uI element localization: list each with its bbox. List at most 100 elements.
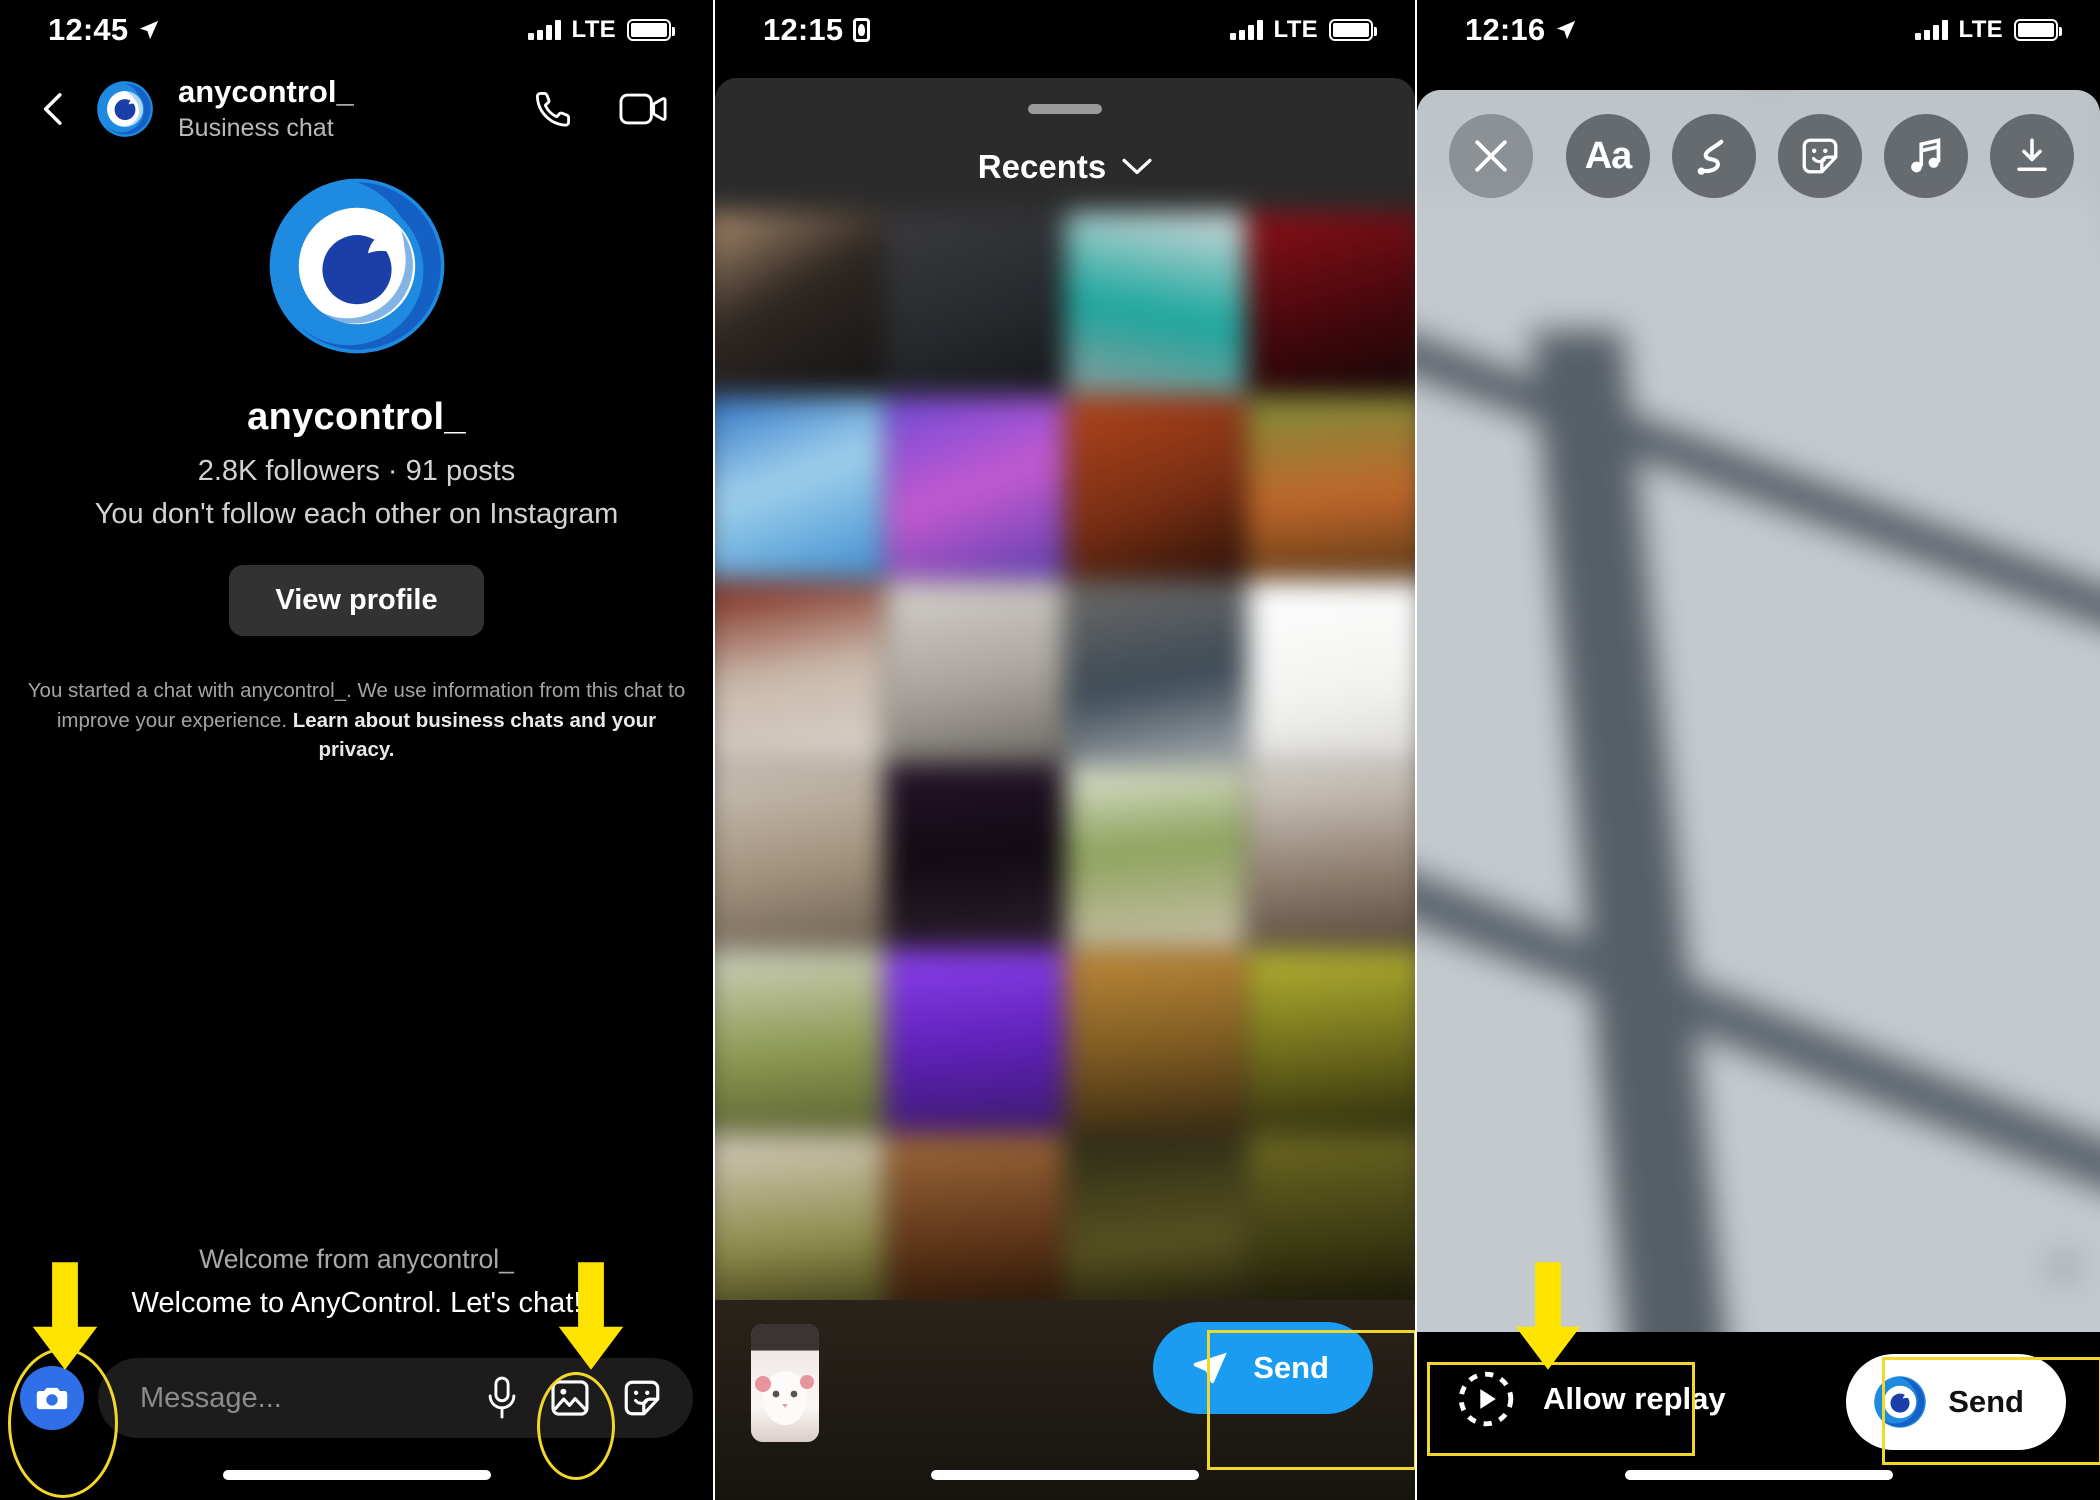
- send-button-label: Send: [1948, 1384, 2024, 1419]
- photo-cell[interactable]: [1246, 949, 1415, 1132]
- camera-icon: [36, 1387, 68, 1410]
- send-button-label: Send: [1253, 1350, 1329, 1385]
- video-call-icon[interactable]: [619, 89, 669, 129]
- photo-grid[interactable]: [715, 211, 1415, 1317]
- battery-icon: [627, 19, 675, 41]
- text-aa-icon: Aa: [1584, 134, 1633, 177]
- sticker-icon[interactable]: [621, 1377, 663, 1419]
- status-bar: 12:16 LTE: [1417, 0, 2100, 60]
- photo-cell[interactable]: [1066, 949, 1245, 1132]
- location-arrow-icon: [1557, 20, 1576, 40]
- photo-cell[interactable]: [1066, 580, 1245, 763]
- chat-header-actions: [531, 87, 669, 131]
- status-bar-right: LTE: [1229, 16, 1377, 44]
- network-type-label: LTE: [1958, 16, 2003, 43]
- editor-toolbar: Aa: [1417, 110, 2100, 202]
- screenshot-root: 12:45 LTE anycontrol_ Business chat anyc…: [0, 0, 2100, 1500]
- send-button[interactable]: Send: [1846, 1354, 2066, 1450]
- photo-cell[interactable]: [715, 949, 884, 1132]
- message-input-field[interactable]: Message...: [98, 1358, 693, 1438]
- status-time: 12:15: [763, 12, 844, 47]
- ceiling-photo: [1417, 90, 2100, 1332]
- status-bar: 12:45 LTE: [0, 0, 713, 60]
- send-button[interactable]: Send: [1153, 1322, 1373, 1414]
- home-indicator: [222, 1470, 491, 1480]
- close-button[interactable]: [1449, 114, 1533, 198]
- music-tool-button[interactable]: [1884, 114, 1968, 198]
- photo-cell[interactable]: [885, 211, 1064, 395]
- profile-stats: 2.8K followers · 91 posts: [197, 455, 516, 487]
- chat-contact-name: anycontrol_: [178, 74, 354, 110]
- battery-icon: [2014, 19, 2062, 41]
- signal-strength-icon: [1914, 20, 1948, 40]
- status-bar-left: 12:15: [763, 12, 871, 48]
- composer-icons: [485, 1376, 663, 1420]
- photo-cell[interactable]: [1246, 396, 1415, 579]
- squiggle-draw-icon: [1697, 139, 1724, 175]
- profile-username: anycontrol_: [247, 396, 466, 438]
- dashed-circle-play-icon: [1458, 1371, 1514, 1427]
- signal-strength-icon: [527, 20, 561, 40]
- photo-cell[interactable]: [715, 580, 884, 763]
- view-profile-button[interactable]: View profile: [229, 565, 484, 636]
- status-bar-left: 12:16: [1465, 12, 1577, 48]
- sticker-tool-button[interactable]: [1778, 114, 1862, 198]
- ceiling-beams: [1417, 90, 2100, 1332]
- photo-cell[interactable]: [1066, 765, 1245, 948]
- phone-call-icon[interactable]: [531, 87, 575, 131]
- photo-cell[interactable]: [885, 580, 1064, 763]
- photo-cell[interactable]: [715, 1133, 884, 1317]
- paper-plane-icon: [1193, 1352, 1228, 1384]
- profile-follow-status: You don't follow each other on Instagram: [94, 498, 619, 530]
- status-bar: 12:15 LTE: [715, 0, 1415, 60]
- panel-photo-editor: 12:16 LTE Aa Allow replay Send: [1417, 0, 2100, 1500]
- photo-cell[interactable]: [1246, 211, 1415, 395]
- business-chat-disclaimer: You started a chat with anycontrol_. We …: [27, 676, 687, 765]
- home-indicator: [931, 1470, 1199, 1480]
- chat-header-texts: anycontrol_ Business chat: [178, 75, 531, 142]
- photo-cell[interactable]: [715, 396, 884, 579]
- photo-cell[interactable]: [885, 396, 1064, 579]
- photo-cell[interactable]: [885, 949, 1064, 1132]
- battery-icon: [1329, 19, 1377, 41]
- album-selector[interactable]: Recents: [715, 148, 1415, 186]
- photo-cell[interactable]: [1066, 1133, 1245, 1317]
- chat-contact-subtitle: Business chat: [178, 113, 334, 142]
- music-note-icon: [1911, 138, 1941, 173]
- anycontrol-logo-avatar[interactable]: [96, 80, 154, 138]
- location-arrow-icon: [140, 20, 159, 40]
- photo-gallery-icon[interactable]: [549, 1377, 591, 1419]
- photo-cell[interactable]: [1246, 765, 1415, 948]
- draw-tool-button[interactable]: [1672, 114, 1756, 198]
- save-tool-button[interactable]: [1990, 114, 2074, 198]
- profile-summary: anycontrol_ 2.8K followers · 91 posts Yo…: [0, 175, 713, 765]
- photo-picker-sheet: Recents Send: [715, 78, 1415, 1500]
- welcome-block: Welcome from anycontrol_ Welcome to AnyC…: [0, 1244, 713, 1320]
- message-composer: Message...: [20, 1354, 693, 1442]
- chevron-down-icon: [1122, 158, 1152, 175]
- drag-handle-icon[interactable]: [1028, 104, 1102, 114]
- camera-button[interactable]: [20, 1366, 84, 1430]
- photo-cell[interactable]: [885, 765, 1064, 948]
- close-x-icon: [1475, 140, 1507, 172]
- photo-cell[interactable]: [885, 1133, 1064, 1317]
- photo-cell[interactable]: [1246, 1133, 1415, 1317]
- status-time: 12:45: [48, 12, 129, 47]
- microphone-icon[interactable]: [485, 1376, 519, 1420]
- text-tool-button[interactable]: Aa: [1566, 114, 1650, 198]
- photo-cell[interactable]: [1066, 396, 1245, 579]
- anycontrol-logo-large[interactable]: [266, 175, 448, 357]
- photo-cell[interactable]: [715, 211, 884, 395]
- status-bar-right: LTE: [527, 16, 675, 44]
- allow-replay-toggle[interactable]: Allow replay: [1455, 1368, 1726, 1430]
- selected-photo-thumbnail[interactable]: [751, 1324, 819, 1442]
- privacy-link[interactable]: Learn about business chats and your priv…: [293, 709, 656, 762]
- photo-preview-canvas[interactable]: [1417, 90, 2100, 1332]
- home-indicator: [1624, 1470, 1893, 1480]
- photo-cell[interactable]: [715, 765, 884, 948]
- photo-cell[interactable]: [1066, 211, 1245, 395]
- photo-cell[interactable]: [1246, 580, 1415, 763]
- screen-record-icon: [853, 18, 871, 42]
- album-title: Recents: [977, 148, 1107, 185]
- back-chevron-icon[interactable]: [34, 89, 74, 129]
